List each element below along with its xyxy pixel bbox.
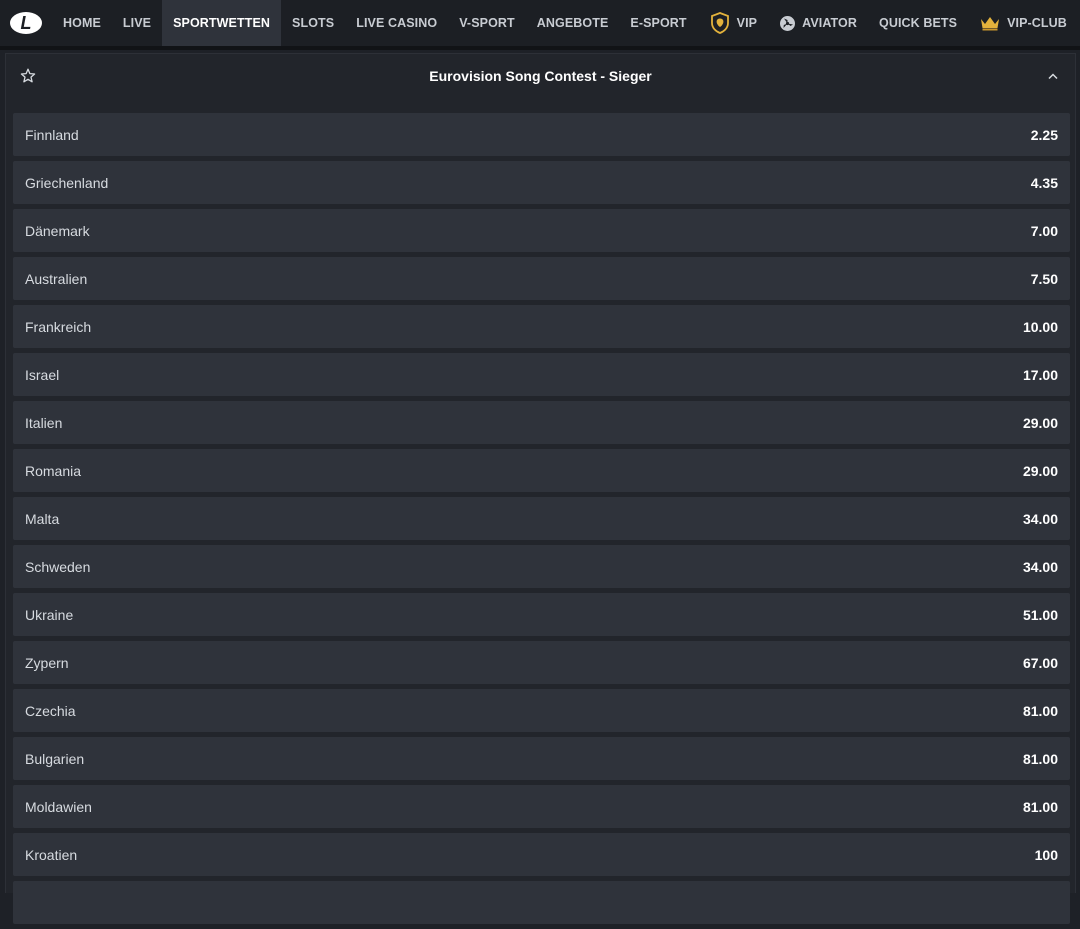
selection-odds: 67.00 xyxy=(1022,654,1058,671)
selection-row[interactable]: Moldawien 81.00 xyxy=(13,785,1070,828)
selection-name: Dänemark xyxy=(25,222,90,239)
selection-name: Griechenland xyxy=(25,174,109,191)
selection-name: Romania xyxy=(25,462,82,479)
selection-odds: 100 xyxy=(1034,846,1058,863)
nav-item-vip[interactable]: VIP xyxy=(698,0,768,46)
selection-name: Moldawien xyxy=(25,798,92,815)
selection-odds: 7.50 xyxy=(1030,270,1058,287)
nav-item-label: VIP xyxy=(736,16,758,30)
selection-odds: 34.00 xyxy=(1022,558,1058,575)
selection-row[interactable]: Dänemark 7.00 xyxy=(13,209,1070,252)
nav-item-vip-club[interactable]: VIP-CLUB xyxy=(968,0,1078,46)
selection-odds: 81.00 xyxy=(1022,798,1058,815)
chevron-up-icon[interactable] xyxy=(1045,68,1061,84)
star-outline-icon[interactable] xyxy=(19,67,37,85)
selection-row[interactable]: Zypern 67.00 xyxy=(13,641,1070,684)
selection-row[interactable]: Czechia 81.00 xyxy=(13,689,1070,732)
nav-item-label: V-SPORT xyxy=(459,16,515,30)
nav-item-label: SLOTS xyxy=(292,16,335,30)
selection-name: Bulgarien xyxy=(25,750,85,767)
nav-item-label: AVIATOR xyxy=(802,16,857,30)
selection-name: Finnland xyxy=(25,126,79,143)
selection-name: Australien xyxy=(25,270,88,287)
nav-item-label: SPORTWETTEN xyxy=(173,16,271,30)
lion-shield-icon xyxy=(709,12,731,34)
nav-item-aviator[interactable]: AVIATOR xyxy=(768,0,868,46)
selection-odds: 4.35 xyxy=(1030,174,1058,191)
nav-item-label: ANGEBOTE xyxy=(536,16,609,30)
selection-odds: 7.00 xyxy=(1030,222,1058,239)
selection-row[interactable]: Bulgarien 81.00 xyxy=(13,737,1070,780)
selection-row[interactable] xyxy=(13,881,1070,924)
selection-odds: 10.00 xyxy=(1022,318,1058,335)
selection-name: Malta xyxy=(25,510,60,527)
selection-name: Zypern xyxy=(25,654,69,671)
nav-item-label: QUICK BETS xyxy=(879,16,958,30)
nav-item-quick-bets[interactable]: QUICK BETS xyxy=(868,0,968,46)
nav-item-label: E-SPORT xyxy=(630,16,687,30)
selection-odds: 29.00 xyxy=(1022,462,1058,479)
nav-item-live[interactable]: LIVE xyxy=(112,0,162,46)
selection-row[interactable]: Italien 29.00 xyxy=(13,401,1070,444)
selections-list: Finnland 2.25 Griechenland 4.35 Dänemark… xyxy=(13,113,1070,929)
selection-name: Italien xyxy=(25,414,63,431)
selection-odds: 29.00 xyxy=(1022,414,1058,431)
selection-name: Czechia xyxy=(25,702,76,719)
selection-row[interactable]: Ukraine 51.00 xyxy=(13,593,1070,636)
logo-badge: L xyxy=(10,12,42,34)
selection-row[interactable]: Frankreich 10.00 xyxy=(13,305,1070,348)
nav-item-label: LIVE xyxy=(122,16,152,30)
nav-item-v-sport[interactable]: V-SPORT xyxy=(448,0,526,46)
market-title: Eurovision Song Contest - Sieger xyxy=(429,68,652,84)
nav-item-angebote[interactable]: ANGEBOTE xyxy=(526,0,620,46)
selection-odds: 34.00 xyxy=(1022,510,1058,527)
selection-odds: 2.25 xyxy=(1030,126,1058,143)
selection-odds: 81.00 xyxy=(1022,750,1058,767)
nav-item-label: LIVE CASINO xyxy=(356,16,438,30)
propeller-icon xyxy=(779,15,796,32)
selection-row[interactable]: Australien 7.50 xyxy=(13,257,1070,300)
selection-row[interactable]: Griechenland 4.35 xyxy=(13,161,1070,204)
market-panel: Eurovision Song Contest - Sieger Finnlan… xyxy=(5,53,1076,924)
selection-name: Schweden xyxy=(25,558,91,575)
nav-item-label: HOME xyxy=(63,16,101,30)
selection-odds: 81.00 xyxy=(1022,702,1058,719)
selection-odds: 51.00 xyxy=(1022,606,1058,623)
selection-name: Frankreich xyxy=(25,318,92,335)
brand-logo[interactable]: L xyxy=(0,0,52,46)
nav-item-home[interactable]: HOME xyxy=(52,0,112,46)
nav-item-e-sport[interactable]: E-SPORT xyxy=(619,0,697,46)
selection-name: Israel xyxy=(25,366,60,383)
nav-item-sportwetten[interactable]: SPORTWETTEN xyxy=(162,0,282,46)
selection-name: Ukraine xyxy=(25,606,74,623)
selection-row[interactable]: Kroatien 100 xyxy=(13,833,1070,876)
selection-row[interactable]: Schweden 34.00 xyxy=(13,545,1070,588)
market-header[interactable]: Eurovision Song Contest - Sieger xyxy=(6,54,1075,98)
selection-name: Kroatien xyxy=(25,846,78,863)
selection-row[interactable]: Finnland 2.25 xyxy=(13,113,1070,156)
nav-item-label: VIP-CLUB xyxy=(1007,16,1067,30)
selection-row[interactable]: Malta 34.00 xyxy=(13,497,1070,540)
crown-icon xyxy=(979,15,1001,31)
nav-item-live-casino[interactable]: LIVE CASINO xyxy=(345,0,448,46)
selection-row[interactable]: Israel 17.00 xyxy=(13,353,1070,396)
selection-row[interactable]: Romania 29.00 xyxy=(13,449,1070,492)
top-navigation: L HOME LIVE SPORTWETTEN SLOTS LIVE CASIN… xyxy=(0,0,1080,50)
nav-item-slots[interactable]: SLOTS xyxy=(281,0,345,46)
selection-odds: 17.00 xyxy=(1022,366,1058,383)
